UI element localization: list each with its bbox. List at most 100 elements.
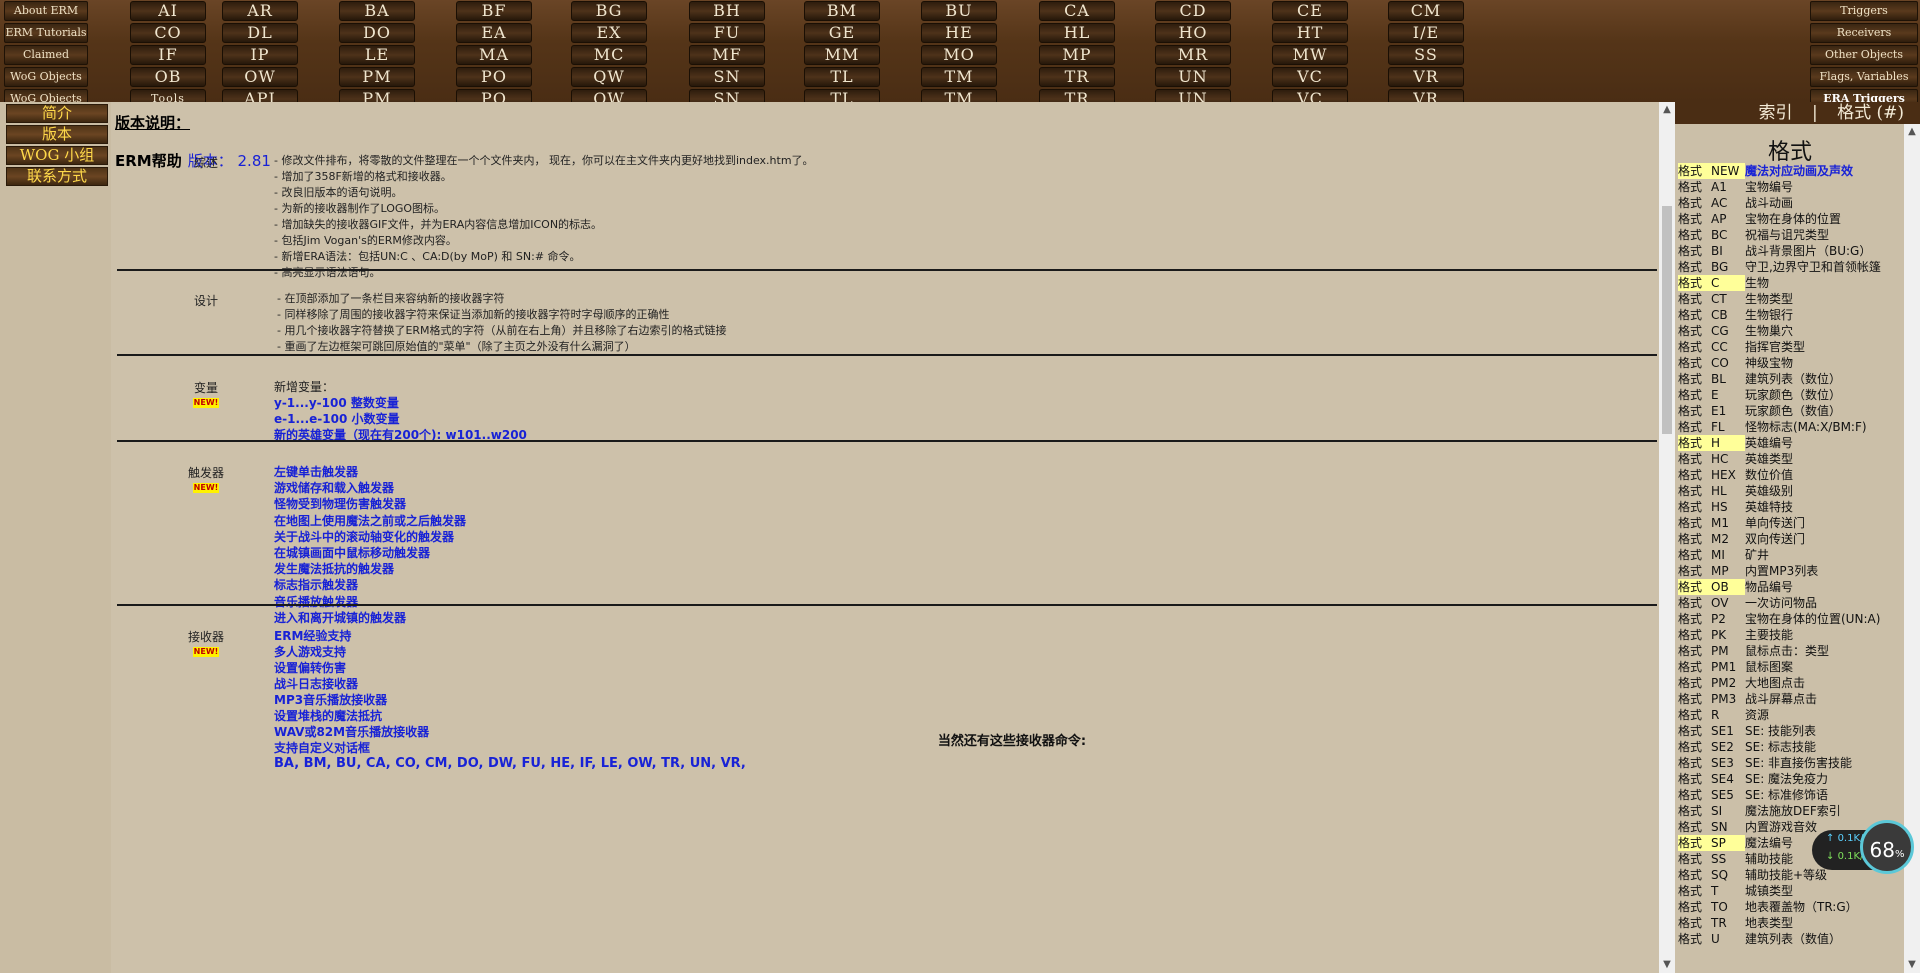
receiver-button-bm[interactable]: BM: [804, 1, 880, 21]
top-left-link[interactable]: Claimed: [4, 45, 88, 65]
format-index-item[interactable]: 格式 E 玩家颜色（数位）: [1678, 387, 1903, 403]
format-index-item[interactable]: 格式 CG 生物巢穴: [1678, 323, 1903, 339]
format-index-item[interactable]: 格式 A1 宝物编号: [1678, 179, 1903, 195]
receiver-button-vc[interactable]: VC: [1272, 67, 1348, 87]
format-index-item[interactable]: 格式 NEW 魔法对应动画及声效: [1678, 163, 1903, 179]
receiver-button-ss[interactable]: SS: [1388, 45, 1464, 65]
list-link[interactable]: 音乐播放触发器: [274, 594, 466, 610]
list-link[interactable]: 发生魔法抵抗的触发器: [274, 561, 466, 577]
format-index-item[interactable]: 格式 AC 战斗动画: [1678, 195, 1903, 211]
format-index-item[interactable]: 格式 SI 魔法施放DEF索引: [1678, 803, 1903, 819]
format-index-item[interactable]: 格式 R 资源: [1678, 707, 1903, 723]
receiver-button-mc[interactable]: MC: [571, 45, 647, 65]
format-index-item[interactable]: 格式 FL 怪物标志(MA:X/BM:F): [1678, 419, 1903, 435]
top-right-link[interactable]: Receivers: [1810, 23, 1918, 43]
format-index-item[interactable]: 格式 TO 地表覆盖物（TR:G）: [1678, 899, 1903, 915]
list-link[interactable]: 左键单击触发器: [274, 464, 466, 480]
format-index-item[interactable]: 格式 PM1 鼠标图案: [1678, 659, 1903, 675]
format-index-item[interactable]: 格式 MI 矿井: [1678, 547, 1903, 563]
format-index-item[interactable]: 格式 E1 玩家颜色（数值）: [1678, 403, 1903, 419]
menu-wog-team-link[interactable]: WOG 小组: [6, 146, 108, 165]
scroll-down-arrow-icon[interactable]: ▼: [1907, 960, 1917, 970]
tab-index[interactable]: 索引: [1759, 103, 1793, 123]
receiver-button-tr[interactable]: TR: [1039, 67, 1115, 87]
receiver-button-bu[interactable]: BU: [921, 1, 997, 21]
format-index-item[interactable]: 格式 SE4 SE: 魔法免疫力: [1678, 771, 1903, 787]
format-index-item[interactable]: 格式 CT 生物类型: [1678, 291, 1903, 307]
format-index-item[interactable]: 格式 MP 内置MP3列表: [1678, 563, 1903, 579]
format-index-item[interactable]: 格式 HC 英雄类型: [1678, 451, 1903, 467]
list-link[interactable]: 多人游戏支持: [274, 644, 429, 660]
list-link[interactable]: WAV或82M音乐播放接收器: [274, 724, 429, 740]
receiver-button-ba[interactable]: BA: [339, 1, 415, 21]
format-index-item[interactable]: 格式 BG 守卫,边界守卫和首领帐篷: [1678, 259, 1903, 275]
main-scrollbar[interactable]: ▲ ▼: [1659, 102, 1675, 973]
format-index-item[interactable]: 格式 PM3 战斗屏幕点击: [1678, 691, 1903, 707]
receiver-button-sn[interactable]: SN: [689, 67, 765, 87]
menu-contact-link[interactable]: 联系方式: [6, 167, 108, 186]
menu-version-link[interactable]: 版本: [6, 125, 108, 144]
format-index-item[interactable]: 格式 SE5 SE: 标准修饰语: [1678, 787, 1903, 803]
tab-format[interactable]: 格式 (#): [1837, 103, 1904, 123]
receiver-button-fu[interactable]: FU: [689, 23, 765, 43]
top-right-link[interactable]: Triggers: [1810, 1, 1918, 21]
list-link[interactable]: 关于战斗中的滚动轴变化的触发器: [274, 529, 466, 545]
receiver-button-mr[interactable]: MR: [1155, 45, 1231, 65]
format-index-item[interactable]: 格式 H 英雄编号: [1678, 435, 1903, 451]
format-index-item[interactable]: 格式 P2 宝物在身体的位置(UN:A): [1678, 611, 1903, 627]
top-right-link[interactable]: Other Objects: [1810, 45, 1918, 65]
receiver-button-ce[interactable]: CE: [1272, 1, 1348, 21]
format-index-item[interactable]: 格式 SE2 SE: 标志技能: [1678, 739, 1903, 755]
receiver-button-le[interactable]: LE: [339, 45, 415, 65]
format-index-item[interactable]: 格式 M2 双向传送门: [1678, 531, 1903, 547]
receiver-button-do[interactable]: DO: [339, 23, 415, 43]
format-index-item[interactable]: 格式 TR 地表类型: [1678, 915, 1903, 931]
list-link[interactable]: 标志指示触发器: [274, 577, 466, 593]
format-index-item[interactable]: 格式 SE3 SE: 非直接伤害技能: [1678, 755, 1903, 771]
receiver-button-ow[interactable]: OW: [222, 67, 298, 87]
format-index-item[interactable]: 格式 AP 宝物在身体的位置: [1678, 211, 1903, 227]
receiver-button-cd[interactable]: CD: [1155, 1, 1231, 21]
receiver-button-hl[interactable]: HL: [1039, 23, 1115, 43]
list-link[interactable]: 游戏储存和载入触发器: [274, 480, 466, 496]
top-left-link[interactable]: WoG Objects: [4, 67, 88, 87]
receiver-button-bf[interactable]: BF: [456, 1, 532, 21]
format-index-item[interactable]: 格式 HL 英雄级别: [1678, 483, 1903, 499]
format-index-item[interactable]: 格式 BC 祝福与诅咒类型: [1678, 227, 1903, 243]
format-index-item[interactable]: 格式 T 城镇类型: [1678, 883, 1903, 899]
receiver-button-pm[interactable]: PM: [339, 67, 415, 87]
list-link[interactable]: MP3音乐播放接收器: [274, 692, 429, 708]
format-index-item[interactable]: 格式 M1 单向传送门: [1678, 515, 1903, 531]
list-link[interactable]: 在城镇画面中鼠标移动触发器: [274, 545, 466, 561]
receiver-button-po[interactable]: PO: [456, 67, 532, 87]
also-receivers-list[interactable]: BA, BM, BU, CA, CO, CM, DO, DW, FU, HE, …: [274, 756, 746, 771]
top-right-link[interactable]: Flags, Variables: [1810, 67, 1918, 87]
top-left-link[interactable]: About ERM: [4, 1, 88, 21]
top-left-link[interactable]: ERM Tutorials: [4, 23, 88, 43]
format-index-item[interactable]: 格式 HS 英雄特技: [1678, 499, 1903, 515]
receiver-button-ar[interactable]: AR: [222, 1, 298, 21]
receiver-button-ea[interactable]: EA: [456, 23, 532, 43]
format-index-item[interactable]: 格式 OV 一次访问物品: [1678, 595, 1903, 611]
format-index-item[interactable]: 格式 PK 主要技能: [1678, 627, 1903, 643]
scroll-down-arrow-icon[interactable]: ▼: [1662, 960, 1672, 970]
receiver-button-he[interactable]: HE: [921, 23, 997, 43]
list-link[interactable]: 战斗日志接收器: [274, 676, 429, 692]
network-speed-widget[interactable]: ↑ 0.1K/s ↓ 0.1K/s 68%: [1812, 820, 1916, 878]
format-index-item[interactable]: 格式 BL 建筑列表（数位）: [1678, 371, 1903, 387]
scroll-thumb[interactable]: [1662, 206, 1672, 434]
receiver-button-tl[interactable]: TL: [804, 67, 880, 87]
format-index-item[interactable]: 格式 BI 战斗背景图片（BU:G）: [1678, 243, 1903, 259]
receiver-button-ma[interactable]: MA: [456, 45, 532, 65]
receiver-button-ai[interactable]: AI: [130, 1, 206, 21]
receiver-button-tm[interactable]: TM: [921, 67, 997, 87]
format-index-item[interactable]: 格式 U 建筑列表（数值）: [1678, 931, 1903, 947]
list-link[interactable]: 设置偏转伤害: [274, 660, 429, 676]
receiver-button-mo[interactable]: MO: [921, 45, 997, 65]
receiver-button-bh[interactable]: BH: [689, 1, 765, 21]
receiver-button-ho[interactable]: HO: [1155, 23, 1231, 43]
receiver-button-ex[interactable]: EX: [571, 23, 647, 43]
receiver-button-mm[interactable]: MM: [804, 45, 880, 65]
format-index-item[interactable]: 格式 CB 生物银行: [1678, 307, 1903, 323]
format-index-item[interactable]: 格式 OB 物品编号: [1678, 579, 1903, 595]
